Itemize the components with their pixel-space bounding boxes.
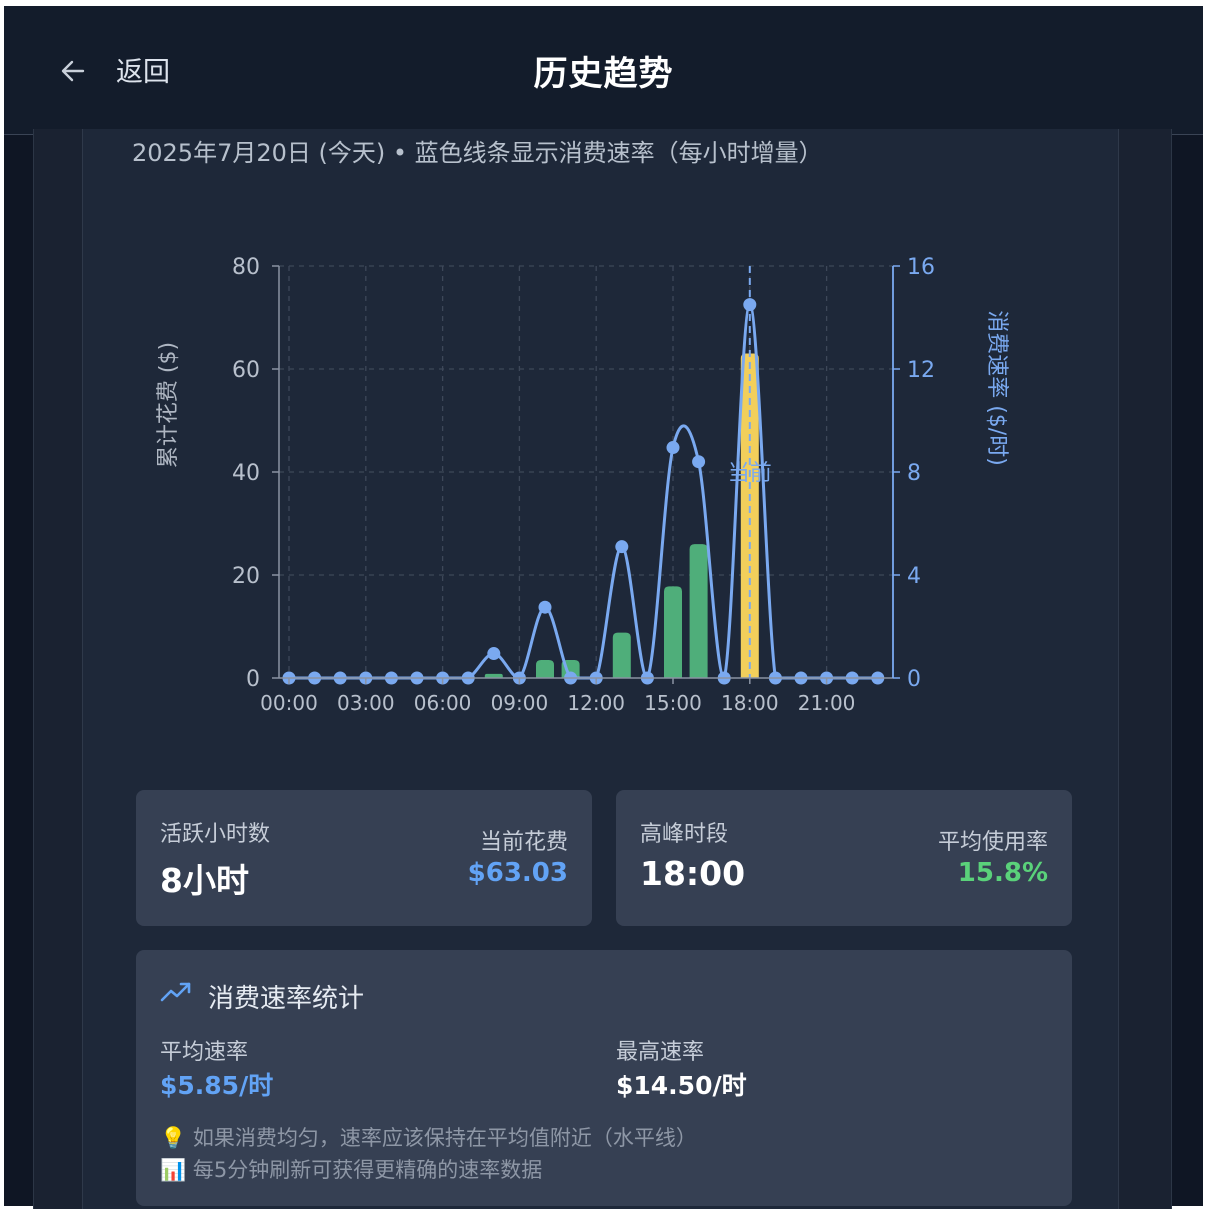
y-right-tick-label: 16 — [907, 255, 935, 280]
active-hours-card: 活跃小时数 8小时 当前花费 $63.03 — [136, 790, 592, 926]
rate-stats-card: 消费速率统计 平均速率 $5.85/时 最高速率 $14.50/时 💡 如果消费… — [136, 950, 1072, 1206]
y-left-tick-label: 0 — [246, 667, 260, 692]
x-tick-label: 21:00 — [798, 691, 856, 715]
y-axis-left-label: 累计花费 ($) — [156, 342, 181, 468]
avg-rate-value: $5.85/时 — [160, 1071, 274, 1100]
rate-line-path — [289, 303, 878, 680]
y-right-tick-label: 12 — [907, 358, 935, 383]
trending-up-icon — [160, 982, 191, 1002]
x-tick-label: 03:00 — [337, 691, 395, 715]
y-left-tick-label: 60 — [232, 358, 260, 383]
bar — [612, 632, 631, 678]
rate-point — [615, 540, 629, 554]
active-hours-value: 8小时 — [160, 861, 249, 900]
peak-hour-value: 18:00 — [640, 854, 746, 893]
trend-chart: 当前 0 20 40 60 80 0 4 8 12 16 00:00 03:00 06:00 09:00 1… — [156, 255, 1009, 715]
x-tick-label: 12:00 — [567, 691, 625, 715]
chart-grid — [279, 265, 894, 678]
bar — [689, 544, 708, 678]
lightbulb-icon: 💡 — [160, 1126, 187, 1150]
rate-point — [743, 298, 757, 312]
y-right-tick-label: 8 — [907, 461, 921, 486]
x-tick-label: 09:00 — [491, 691, 549, 715]
current-hour-marker-label: 当前 — [728, 461, 772, 486]
rate-line: 当前 — [282, 266, 885, 685]
x-tick-label: 18:00 — [721, 691, 779, 715]
active-hours-label: 活跃小时数 — [160, 822, 271, 847]
rate-point — [692, 455, 706, 469]
avg-rate-label: 平均速率 — [160, 1040, 249, 1065]
refresh-note: 📊 每5分钟刷新可获得更精确的速率数据 — [160, 1154, 542, 1184]
y-right-tick-label: 0 — [907, 667, 921, 692]
rate-point — [666, 441, 680, 455]
y-axis-right-label: 消费速率 ($/时) — [984, 310, 1009, 466]
y-left-tick-label: 20 — [232, 564, 260, 589]
x-tick-label: 06:00 — [414, 691, 472, 715]
y-left-tick-label: 80 — [232, 255, 260, 280]
max-rate-label: 最高速率 — [616, 1040, 705, 1065]
current-spend-value: $63.03 — [467, 858, 568, 888]
x-tick-label: 15:00 — [644, 691, 702, 715]
rate-stats-title: 消费速率统计 — [208, 984, 365, 1014]
y-left-tick-label: 40 — [232, 461, 260, 486]
bar — [664, 586, 682, 678]
bar — [536, 659, 554, 678]
x-tick-label: 00:00 — [260, 691, 318, 715]
chart-axes: 0 20 40 60 80 0 4 8 12 16 00:00 03:00 06:00 09:00 12:0… — [232, 255, 935, 715]
y-right-tick-label: 4 — [907, 564, 921, 589]
refresh-note-text: 每5分钟刷新可获得更精确的速率数据 — [192, 1158, 543, 1182]
tip-note-text: 如果消费均匀，速率应该保持在平均值附近（水平线） — [192, 1126, 697, 1150]
rate-point — [538, 600, 552, 614]
current-spend-label: 当前花费 — [479, 830, 568, 855]
spend-bars — [484, 353, 759, 678]
rate-point — [487, 647, 501, 661]
avg-usage-label: 平均使用率 — [937, 830, 1048, 855]
max-rate-value: $14.50/时 — [616, 1071, 747, 1100]
peak-hour-card: 高峰时段 18:00 平均使用率 15.8% — [616, 790, 1072, 926]
avg-usage-value: 15.8% — [957, 858, 1048, 888]
tip-note: 💡 如果消费均匀，速率应该保持在平均值附近（水平线） — [160, 1122, 697, 1152]
peak-hour-label: 高峰时段 — [640, 822, 729, 847]
bar-chart-icon: 📊 — [160, 1158, 187, 1182]
